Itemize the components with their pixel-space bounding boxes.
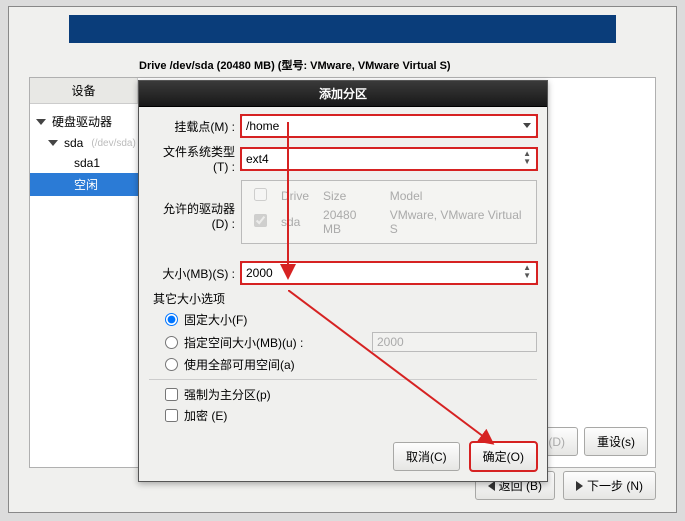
- chevron-down-icon: [523, 123, 531, 128]
- dialog-body: 挂载点(M) : 文件系统类型(T) : ▲▼ 允许的驱动器(D) :: [139, 107, 547, 436]
- drives-select-all-checkbox: [254, 188, 267, 201]
- size-input[interactable]: [241, 262, 537, 284]
- size-label: 大小(MB)(S) :: [149, 265, 241, 282]
- radio-upto-label: 指定空间大小(MB)(u) :: [184, 334, 303, 351]
- divider: [149, 379, 537, 380]
- drives-header-size: Size: [317, 187, 382, 205]
- drives-header-drive: Drive: [275, 187, 315, 205]
- arrow-left-icon: [488, 481, 495, 491]
- drives-label: 允许的驱动器(D) :: [149, 180, 241, 231]
- fstype-label: 文件系统类型(T) :: [149, 143, 241, 174]
- next-button[interactable]: 下一步 (N): [563, 471, 656, 500]
- next-label: 下一步 (N): [587, 477, 643, 494]
- allowed-drives-box: Drive Size Model sda 20480 MB VMware, VM…: [241, 180, 537, 244]
- header-banner: [69, 15, 616, 43]
- radio-all-label: 使用全部可用空间(a): [184, 356, 295, 373]
- tree-free-label: 空闲: [74, 176, 98, 193]
- drive-row-checkbox: [254, 214, 267, 227]
- radio-fixed-label: 固定大小(F): [184, 311, 247, 328]
- drive-row-size: 20480 MB: [317, 207, 382, 237]
- tree-sda1-label: sda1: [74, 156, 100, 170]
- radio-all-space[interactable]: 使用全部可用空间(a): [165, 356, 537, 373]
- device-tree: 硬盘驱动器 sda (/dev/sda) sda1 空闲: [30, 104, 138, 196]
- reset-button[interactable]: 重设(s): [584, 427, 648, 456]
- tree-sda1[interactable]: sda1: [30, 153, 138, 173]
- spinner-icon: ▲▼: [523, 150, 531, 166]
- drive-row-model: VMware, VMware Virtual S: [384, 207, 530, 237]
- chevron-down-icon: [36, 119, 46, 125]
- other-size-label: 其它大小选项: [153, 290, 537, 307]
- upto-size-input: [372, 332, 537, 352]
- chevron-down-icon: [48, 140, 58, 146]
- tree-sda[interactable]: sda (/dev/sda): [30, 133, 138, 153]
- radio-fixed-input[interactable]: [165, 313, 178, 326]
- primary-checkbox-label: 强制为主分区(p): [184, 386, 271, 403]
- tree-sda-sub: (/dev/sda): [91, 138, 135, 149]
- size-field[interactable]: ▲▼: [241, 262, 537, 284]
- radio-fixed-size[interactable]: 固定大小(F): [165, 311, 537, 328]
- encrypt-checkbox-input[interactable]: [165, 409, 178, 422]
- checkbox-primary[interactable]: 强制为主分区(p): [165, 386, 537, 403]
- tree-free[interactable]: 空闲: [30, 173, 138, 196]
- device-sidebar: 设备 硬盘驱动器 sda (/dev/sda) sda1 空闲: [30, 78, 138, 196]
- cancel-button[interactable]: 取消(C): [393, 442, 460, 471]
- tree-sda-label: sda: [64, 136, 83, 150]
- panel-footer-buttons: (D) 重设(s): [535, 427, 648, 456]
- drive-title: Drive /dev/sda (20480 MB) (型号: VMware, V…: [139, 57, 656, 73]
- primary-checkbox-input[interactable]: [165, 388, 178, 401]
- ok-button[interactable]: 确定(O): [470, 442, 537, 471]
- radio-all-input[interactable]: [165, 358, 178, 371]
- checkbox-encrypt[interactable]: 加密 (E): [165, 407, 537, 424]
- mount-point-combo[interactable]: [241, 115, 537, 137]
- spinner-icon: ▲▼: [523, 264, 531, 280]
- tree-root-label: 硬盘驱动器: [52, 113, 112, 130]
- fstype-combo[interactable]: ▲▼: [241, 148, 537, 170]
- radio-upto-size[interactable]: 指定空间大小(MB)(u) :: [165, 332, 537, 352]
- tree-root[interactable]: 硬盘驱动器: [30, 110, 138, 133]
- encrypt-checkbox-label: 加密 (E): [184, 407, 227, 424]
- dialog-title: 添加分区: [139, 81, 547, 107]
- mount-point-input[interactable]: [241, 115, 537, 137]
- radio-upto-input[interactable]: [165, 336, 178, 349]
- drive-row-name: sda: [275, 207, 315, 237]
- sidebar-header: 设备: [30, 78, 138, 104]
- arrow-right-icon: [576, 481, 583, 491]
- drives-header-model: Model: [384, 187, 530, 205]
- mount-label: 挂载点(M) :: [149, 118, 241, 135]
- dialog-footer: 取消(C) 确定(O): [139, 436, 547, 481]
- fstype-input[interactable]: [241, 148, 537, 170]
- add-partition-dialog: 添加分区 挂载点(M) : 文件系统类型(T) : ▲▼ 允许的驱动器(D) :: [138, 80, 548, 482]
